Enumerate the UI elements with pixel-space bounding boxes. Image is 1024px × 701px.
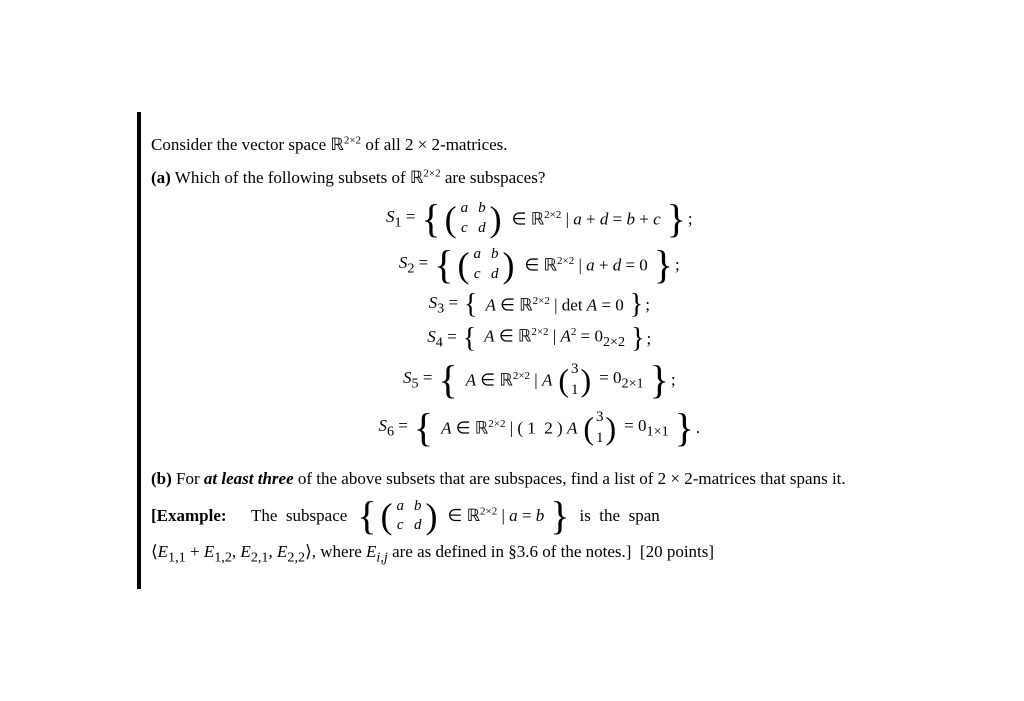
s2-matrix-content: a b c d — [469, 245, 502, 284]
ex-in: ∈ ℝ2×2 | a = b — [448, 502, 545, 529]
ex-open-brace: { — [357, 496, 376, 536]
s4-open-brace: { — [463, 325, 476, 353]
s5-open-brace: { — [438, 360, 457, 400]
s6-rparen: ) — [606, 412, 617, 444]
set-s2-display: S2 = { ( a b c d ) ∈ ℝ2×2 | a + d = 0 } … — [151, 245, 907, 285]
set-s5: S5 = { A ∈ ℝ2×2 | A ( 3 1 ) = 02×1 } ; — [382, 359, 675, 401]
set-s6: S6 = { A ∈ ℝ2×2 | ( 1 2 ) A ( 3 1 ) = 01… — [358, 407, 700, 449]
s2-open-brace: { — [434, 245, 453, 285]
s2-cell-c: c — [473, 265, 481, 285]
set-s3: S3 = { A ∈ ℝ2×2 | det A = 0 } ; — [408, 291, 650, 319]
s3-semicolon: ; — [645, 295, 650, 315]
s3-close-brace: } — [630, 291, 643, 319]
ex-cell-a: a — [397, 497, 405, 517]
ex-cell-d: d — [414, 516, 422, 536]
s6-vec-top: 3 — [596, 407, 604, 428]
example-text2: is the span — [579, 502, 659, 529]
s6-eq: = 01×1 — [624, 416, 668, 440]
s3-label: S3 = — [408, 293, 458, 317]
s5-rparen: ) — [580, 364, 591, 396]
example-set: { ( a b c d ) ∈ ℝ2×2 | a = b } — [357, 496, 569, 536]
intro-text-line1: Consider the vector space ℝ2×2 of all 2 … — [151, 132, 907, 158]
s2-cell-b: b — [491, 245, 499, 265]
s5-eq: = 02×1 — [599, 368, 643, 392]
part-a-label: (a) — [151, 168, 171, 187]
s1-cell-b: b — [478, 199, 486, 219]
s4-semicolon: ; — [647, 329, 652, 349]
s1-in: ∈ ℝ2×2 | a + d = b + c — [512, 209, 661, 230]
s5-vec-bot: 1 — [571, 380, 579, 401]
s1-semicolon: ; — [688, 209, 693, 229]
s4-close-brace: } — [631, 325, 644, 353]
s1-close-brace: } — [667, 199, 686, 239]
set-s3-display: S3 = { A ∈ ℝ2×2 | det A = 0 } ; — [151, 291, 907, 319]
s5-label: S5 = — [382, 368, 432, 392]
set-s1: S1 = { ( a b c d ) ∈ ℝ2×2 | a + d = b + … — [365, 199, 692, 239]
s1-cell-d: d — [478, 219, 486, 239]
ex-cell-c: c — [397, 516, 405, 536]
example-line: [Example: The subspace { ( a b c d ) — [151, 496, 907, 536]
at-least-three: at least three — [204, 469, 294, 488]
s1-cell-a: a — [461, 199, 469, 219]
set-s4: S4 = { A ∈ ℝ2×2 | A2 = 02×2 } ; — [407, 325, 652, 353]
set-s2: S2 = { ( a b c d ) ∈ ℝ2×2 | a + d = 0 } … — [378, 245, 679, 285]
s6-colvec: ( 3 1 ) — [583, 407, 616, 449]
s1-cell-c: c — [461, 219, 469, 239]
page-container: Consider the vector space ℝ2×2 of all 2 … — [0, 0, 1024, 701]
s2-close-brace: } — [654, 245, 673, 285]
s6-vec-bot: 1 — [596, 428, 604, 449]
s5-condition: A ∈ ℝ2×2 | A — [466, 370, 553, 391]
s6-vec-content: 3 1 — [594, 407, 606, 449]
s5-vec-top: 3 — [571, 359, 579, 380]
s6-lparen: ( — [583, 412, 594, 444]
s5-colvec: ( 3 1 ) — [558, 359, 591, 401]
s1-rparen: ) — [490, 201, 502, 237]
s2-matrix: ( a b c d ) — [457, 245, 514, 284]
example-text1: The subspace — [251, 502, 347, 529]
s6-condition: A ∈ ℝ2×2 | ( 1 2 ) A — [441, 418, 577, 439]
s6-semicolon: . — [696, 418, 700, 438]
s5-close-brace: } — [650, 360, 669, 400]
example-label: [Example: — [151, 502, 241, 529]
ex-cell-b: b — [414, 497, 422, 517]
set-s4-display: S4 = { A ∈ ℝ2×2 | A2 = 02×2 } ; — [151, 325, 907, 353]
ex-lparen: ( — [381, 498, 393, 534]
s1-matrix: ( a b c d ) — [445, 199, 502, 238]
content-box: Consider the vector space ℝ2×2 of all 2 … — [137, 112, 917, 589]
s1-lparen: ( — [445, 201, 457, 237]
s2-rparen: ) — [502, 247, 514, 283]
ex-close-brace: } — [550, 496, 569, 536]
s2-semicolon: ; — [675, 255, 680, 275]
s3-condition: A ∈ ℝ2×2 | det A = 0 — [485, 295, 623, 316]
part-b: (b) For at least three of the above subs… — [151, 465, 907, 569]
part-b-label: (b) — [151, 469, 172, 488]
s4-label: S4 = — [407, 327, 457, 351]
set-s5-display: S5 = { A ∈ ℝ2×2 | A ( 3 1 ) = 02×1 } ; — [151, 359, 907, 401]
set-s6-display: S6 = { A ∈ ℝ2×2 | ( 1 2 ) A ( 3 1 ) = 01… — [151, 407, 907, 449]
s2-cell-a: a — [473, 245, 481, 265]
s1-matrix-content: a b c d — [457, 199, 490, 238]
s6-open-brace: { — [414, 408, 433, 448]
s6-label: S6 = — [358, 416, 408, 440]
s6-close-brace: } — [675, 408, 694, 448]
s1-open-brace: { — [421, 199, 440, 239]
s2-label: S2 = — [378, 253, 428, 277]
ex-matrix: ( a b c d ) — [381, 497, 438, 536]
s2-in: ∈ ℝ2×2 | a + d = 0 — [524, 255, 647, 276]
set-s1-display: S1 = { ( a b c d ) ∈ ℝ2×2 | a + d = b + … — [151, 199, 907, 239]
s1-label: S1 = — [365, 207, 415, 231]
last-line: ⟨E1,1 + E1,2, E2,1, E2,2⟩, where Ei,j ar… — [151, 538, 907, 569]
s5-semicolon: ; — [671, 370, 676, 390]
ex-rparen: ) — [426, 498, 438, 534]
s5-lparen: ( — [558, 364, 569, 396]
s4-condition: A ∈ ℝ2×2 | A2 = 02×2 — [484, 326, 625, 351]
s2-lparen: ( — [457, 247, 469, 283]
s5-vec-content: 3 1 — [569, 359, 581, 401]
part-b-text: (b) For at least three of the above subs… — [151, 465, 907, 492]
s3-open-brace: { — [464, 291, 477, 319]
s2-cell-d: d — [491, 265, 499, 285]
ex-matrix-content: a b c d — [393, 497, 426, 536]
intro-text-line2: (a) Which of the following subsets of ℝ2… — [151, 165, 907, 191]
